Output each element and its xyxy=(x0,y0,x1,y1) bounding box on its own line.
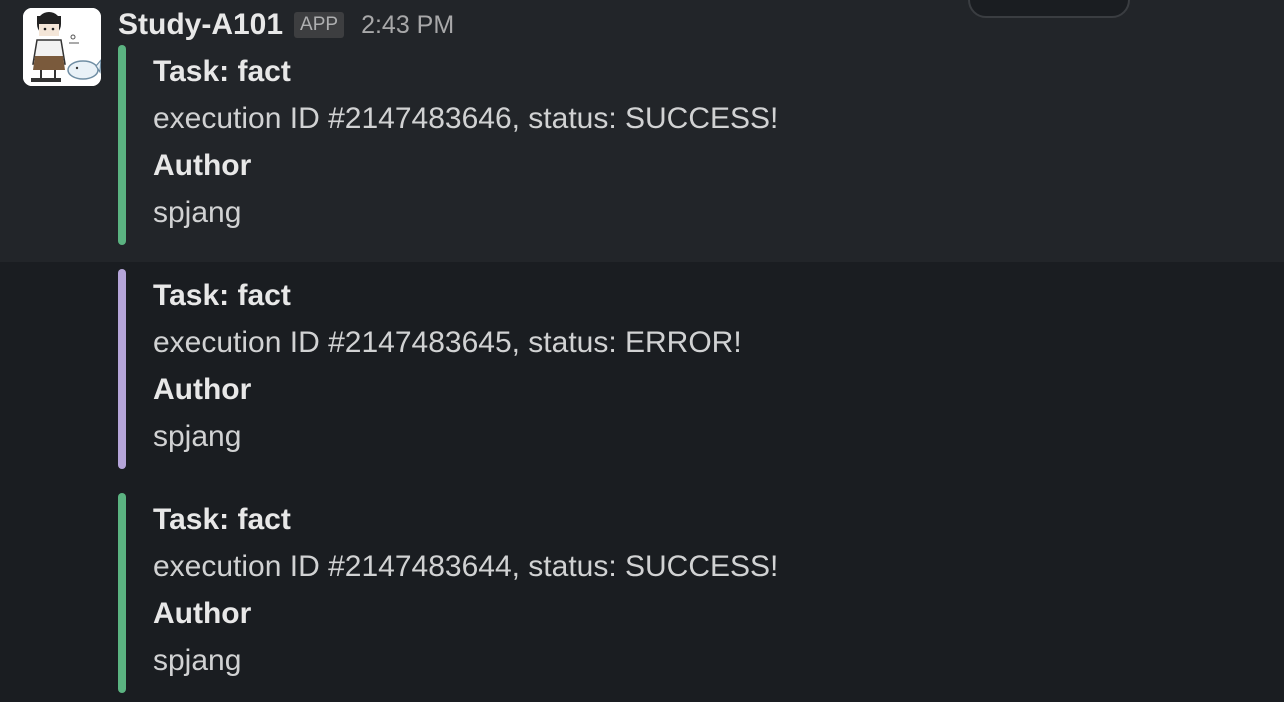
author-name: spjang xyxy=(153,644,242,677)
message-timestamp[interactable]: 2:43 PM xyxy=(361,11,454,40)
message-row[interactable]: Task: fact execution ID #2147483644, sta… xyxy=(0,482,1284,702)
attachment-color-bar xyxy=(118,493,126,693)
author-name: spjang xyxy=(153,420,242,453)
message-header: Study-A101 APP 2:43 PM xyxy=(118,4,454,46)
execution-status: execution ID #2147483644, status: SUCCES… xyxy=(153,550,779,583)
message-row[interactable]: Study-A101 APP 2:43 PM Task: fact execut… xyxy=(0,0,1284,262)
avatar[interactable] xyxy=(23,8,101,86)
author-name: spjang xyxy=(153,196,242,229)
attachment-color-bar xyxy=(118,45,126,245)
author-label: Author xyxy=(153,597,252,630)
message-actions-toolbar[interactable] xyxy=(968,0,1130,18)
author-label: Author xyxy=(153,149,252,182)
task-title: Task: fact xyxy=(153,279,291,312)
sender-name[interactable]: Study-A101 xyxy=(118,8,283,42)
execution-status: execution ID #2147483645, status: ERROR! xyxy=(153,326,742,359)
task-title: Task: fact xyxy=(153,55,291,88)
task-title: Task: fact xyxy=(153,503,291,536)
author-label: Author xyxy=(153,373,252,406)
execution-status: execution ID #2147483646, status: SUCCES… xyxy=(153,102,779,135)
attachment-color-bar xyxy=(118,269,126,469)
message-row[interactable]: Task: fact execution ID #2147483645, sta… xyxy=(0,262,1284,482)
avatar-illustration-icon xyxy=(23,8,101,86)
app-badge: APP xyxy=(294,12,345,38)
